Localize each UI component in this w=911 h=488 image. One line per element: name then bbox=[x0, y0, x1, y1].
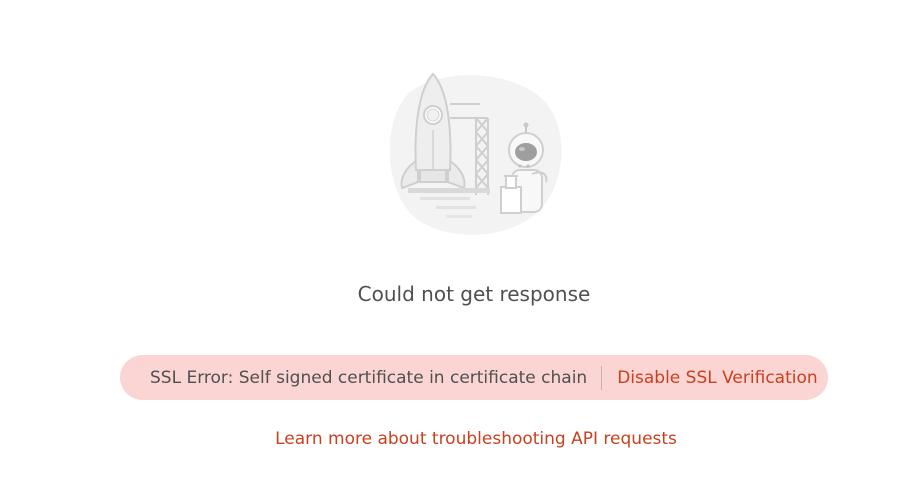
rocket-astronaut-icon bbox=[389, 72, 562, 235]
disable-ssl-verification-link[interactable]: Disable SSL Verification bbox=[617, 368, 817, 388]
ssl-error-message: SSL Error: Self signed certificate in ce… bbox=[150, 367, 588, 388]
response-error-title: Could not get response bbox=[357, 282, 591, 306]
banner-divider bbox=[601, 365, 603, 390]
learn-more-troubleshooting-link[interactable]: Learn more about troubleshooting API req… bbox=[0, 427, 911, 451]
rocket-launch-illustration bbox=[380, 70, 570, 240]
ssl-error-banner: SSL Error: Self signed certificate in ce… bbox=[120, 355, 828, 400]
